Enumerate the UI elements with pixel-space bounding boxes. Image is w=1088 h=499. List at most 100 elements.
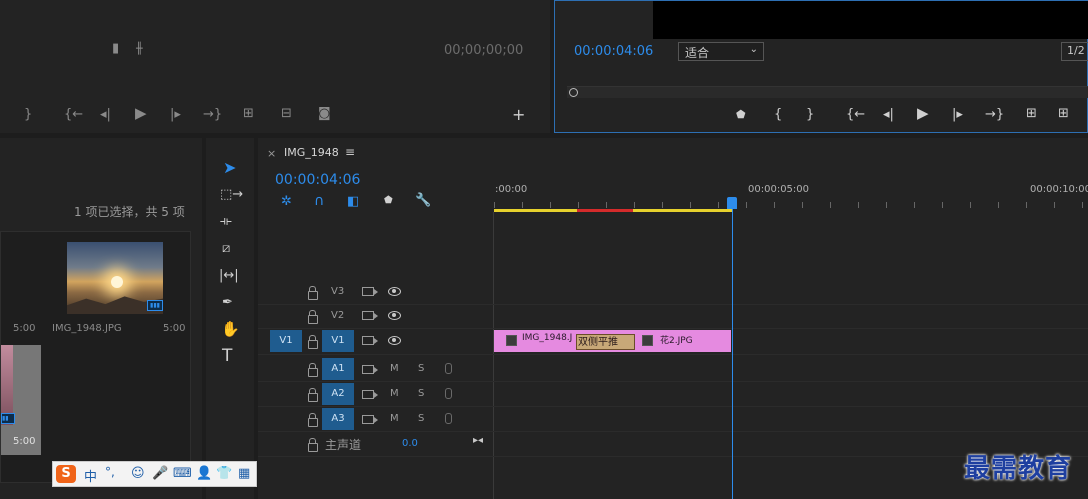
toggle-sync-icon[interactable]: [362, 287, 378, 296]
ripple-edit-tool-icon[interactable]: ⟛: [220, 215, 232, 228]
voice-icon[interactable]: 🎤: [152, 466, 168, 481]
toggle-sync-icon[interactable]: [362, 336, 378, 345]
add-button-icon[interactable]: +: [512, 107, 525, 123]
work-area-bar[interactable]: [494, 209, 577, 212]
lock-icon[interactable]: [308, 335, 318, 349]
list-item[interactable]: ▮▮▮ IMG_1948.JPG 5:00: [43, 232, 189, 342]
step-back-icon-program[interactable]: ◂|: [883, 108, 894, 121]
extract-icon[interactable]: ⊞: [1058, 107, 1069, 120]
mute-button[interactable]: M: [390, 388, 399, 399]
ime-punct[interactable]: °,: [105, 465, 115, 479]
resolution-select[interactable]: 1/2: [1061, 42, 1088, 61]
track-label[interactable]: V2: [331, 310, 344, 321]
fit-select[interactable]: 适合 ⌄: [678, 42, 764, 61]
track-target-a3[interactable]: A3: [322, 408, 354, 430]
ime-lang[interactable]: 中: [84, 466, 97, 485]
eye-icon[interactable]: [388, 336, 401, 345]
mark-in-icon[interactable]: {: [774, 108, 782, 121]
lock-icon[interactable]: [308, 310, 318, 324]
eye-icon[interactable]: [388, 311, 401, 320]
keyboard-icon[interactable]: ⌨: [173, 466, 192, 481]
user-icon[interactable]: 👤: [196, 466, 212, 481]
insert-clip-icon[interactable]: ▮: [112, 42, 119, 55]
go-to-out-icon[interactable]: →}: [203, 108, 222, 121]
lock-icon[interactable]: [308, 413, 318, 427]
list-item[interactable]: ▮▮ 5:00: [1, 345, 41, 455]
play-icon-program[interactable]: ▶: [917, 106, 929, 121]
master-volume[interactable]: 0.0: [402, 438, 418, 449]
pen-tool-icon[interactable]: ✒: [222, 296, 233, 309]
clip-v1[interactable]: IMG_1948.J 双侧平推 花2.JPG: [494, 330, 731, 352]
lock-icon[interactable]: [308, 438, 318, 452]
tab-close-icon[interactable]: ×: [267, 147, 276, 160]
track-target-v1[interactable]: V1: [322, 330, 354, 352]
time-ruler[interactable]: :00:00 00:00:05:00 00:00:10:00: [494, 178, 1088, 212]
solo-button[interactable]: S: [418, 363, 424, 374]
mute-button[interactable]: M: [390, 363, 399, 374]
playhead[interactable]: [727, 197, 737, 209]
source-patch-v1[interactable]: V1: [270, 330, 302, 352]
lock-icon[interactable]: [308, 286, 318, 300]
tab-menu-icon[interactable]: ≡: [345, 145, 355, 159]
toggle-sync-icon[interactable]: [362, 311, 378, 320]
mic-icon[interactable]: [445, 363, 452, 374]
sequence-timecode[interactable]: 00:00:04:06: [275, 172, 360, 188]
resolution-value: 1/2: [1067, 44, 1085, 57]
go-to-in-icon-program[interactable]: {←: [846, 108, 865, 121]
razor-tool-icon[interactable]: ⧄: [222, 242, 230, 255]
playback-scrubber[interactable]: [567, 86, 1088, 98]
add-marker-icon[interactable]: ⬟: [736, 109, 746, 120]
audio-waveform-icon[interactable]: ╫: [136, 43, 143, 54]
solo-button[interactable]: S: [418, 413, 424, 424]
hand-tool-icon[interactable]: ✋: [221, 322, 240, 337]
toggle-sync-icon[interactable]: [362, 390, 378, 399]
snap-icon[interactable]: ∩: [314, 194, 324, 208]
eye-icon[interactable]: [388, 287, 401, 296]
go-to-out-icon-program[interactable]: →}: [985, 108, 1004, 121]
export-frame-icon[interactable]: ◙: [318, 107, 331, 120]
source-timecode[interactable]: 00;00;00;00: [444, 43, 523, 58]
slip-tool-icon[interactable]: |↔|: [219, 269, 239, 282]
insert-icon[interactable]: ⊞: [243, 107, 254, 120]
selection-tool-icon[interactable]: ➤: [223, 160, 236, 176]
grid-icon[interactable]: ▦: [238, 466, 250, 481]
play-icon[interactable]: ▶: [135, 106, 147, 121]
skin-icon[interactable]: 👕: [216, 466, 232, 481]
mic-icon[interactable]: [445, 388, 452, 399]
render-bar-red: [577, 209, 633, 212]
lock-icon[interactable]: [308, 363, 318, 377]
step-back-icon[interactable]: ◂|: [100, 108, 111, 121]
track-target-a1[interactable]: A1: [322, 358, 354, 380]
add-marker-timeline-icon[interactable]: ⬟: [384, 196, 393, 206]
mute-button[interactable]: M: [390, 413, 399, 424]
track-select-tool-icon[interactable]: ⬚→: [220, 188, 243, 201]
toggle-sync-icon[interactable]: [362, 365, 378, 374]
wrench-icon[interactable]: 🔧: [415, 194, 431, 207]
selection-status: 1 项已选择，共 5 项: [74, 205, 185, 219]
media-bin: 5:00 ▮▮▮ IMG_1948.JPG 5:00 ▮▮ 5:00: [0, 231, 191, 483]
toggle-sync-icon[interactable]: [362, 415, 378, 424]
overwrite-icon[interactable]: ⊟: [281, 107, 292, 120]
item-name: IMG_1948.JPG: [52, 323, 122, 334]
lift-icon[interactable]: ⊞: [1026, 107, 1037, 120]
program-timecode[interactable]: 00:00:04:06: [574, 44, 653, 59]
lock-icon[interactable]: [308, 388, 318, 402]
ime-toolbar[interactable]: S 中 °, ☺ 🎤 ⌨ 👤 👕 ▦: [52, 461, 257, 487]
tab-sequence[interactable]: IMG_1948: [284, 146, 339, 159]
scrubber-playhead[interactable]: [569, 88, 578, 97]
emoji-icon[interactable]: ☺: [131, 466, 145, 481]
mic-icon[interactable]: [445, 413, 452, 424]
list-item[interactable]: 5:00: [1, 232, 41, 342]
type-tool-icon[interactable]: T: [222, 348, 232, 365]
collapse-icon[interactable]: ▸◂: [473, 435, 483, 446]
go-to-in-icon[interactable]: {←: [64, 108, 83, 121]
step-forward-icon[interactable]: |▸: [170, 108, 181, 121]
track-label[interactable]: V3: [331, 286, 344, 297]
mark-out-icon[interactable]: }: [24, 108, 32, 121]
linked-selection-icon[interactable]: ◧: [347, 195, 359, 208]
mark-out-icon-program[interactable]: }: [806, 108, 814, 121]
solo-button[interactable]: S: [418, 388, 424, 399]
nest-icon[interactable]: ✲: [281, 195, 292, 208]
step-forward-icon-program[interactable]: |▸: [952, 108, 963, 121]
track-target-a2[interactable]: A2: [322, 383, 354, 405]
